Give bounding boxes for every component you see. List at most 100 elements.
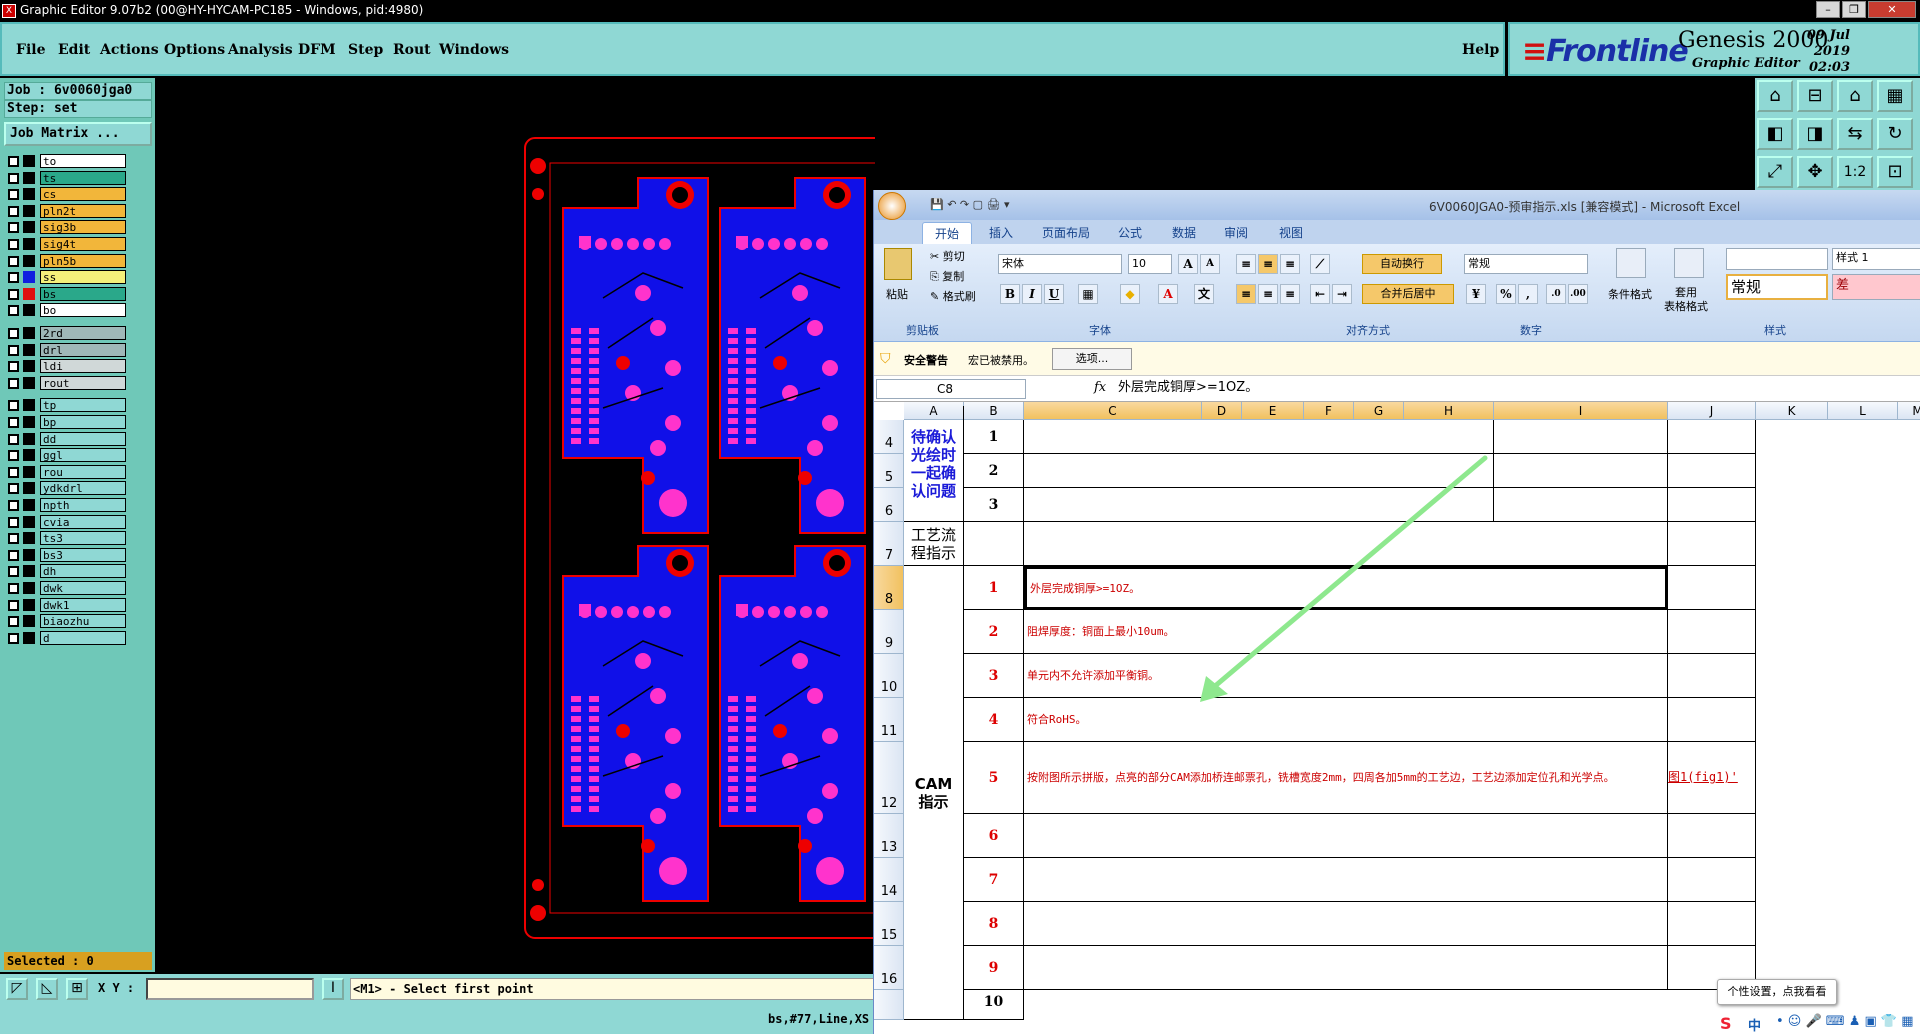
layer-color-swatch[interactable] (23, 304, 35, 317)
name-box[interactable]: C8 (876, 379, 1026, 399)
layer-color-swatch[interactable] (23, 155, 35, 167)
row-header[interactable]: 14 (874, 858, 904, 902)
conditional-format-label[interactable]: 条件格式 (1608, 286, 1652, 302)
cell-c[interactable] (1024, 902, 1668, 946)
column-header[interactable]: H (1404, 402, 1494, 420)
layer-color-swatch[interactable] (23, 343, 35, 356)
layer-row[interactable]: rou (6, 464, 126, 479)
layer-row[interactable]: bo (6, 303, 126, 318)
layer-color-swatch[interactable] (23, 532, 35, 545)
ime-toolbar[interactable]: S 中 • ☺ 🎤 ⌨ ♟ ▣ 👕 ▦ (1718, 1012, 1920, 1034)
window-icon[interactable]: ▦ (1877, 80, 1913, 112)
grid-tool-icon[interactable]: ⊞ (66, 978, 88, 1000)
layer-color-swatch[interactable] (23, 271, 35, 284)
cell-b[interactable]: 8 (964, 902, 1024, 946)
cell-b[interactable] (964, 522, 1024, 566)
layer-color-swatch[interactable] (23, 221, 35, 234)
cell-j[interactable] (1668, 420, 1756, 454)
layer-name[interactable]: npth (40, 498, 126, 512)
row-header[interactable]: 6 (874, 488, 904, 522)
column-header[interactable]: G (1354, 402, 1404, 420)
ime-tool-icons[interactable]: • ☺ 🎤 ⌨ ♟ ▣ 👕 ▦ (1776, 1014, 1914, 1029)
style-normal[interactable]: 常规 (1726, 274, 1828, 300)
graphic-canvas[interactable] (155, 78, 875, 974)
font-name-select[interactable]: 宋体 (998, 254, 1122, 274)
layer-row[interactable]: ss (6, 270, 126, 285)
layer-color-swatch[interactable] (23, 449, 35, 462)
format-table-icon[interactable] (1674, 248, 1704, 278)
layer-color-swatch[interactable] (23, 327, 35, 339)
layer-name[interactable]: pln5b (40, 253, 126, 268)
security-options-button[interactable]: 选项... (1052, 348, 1132, 370)
cell-c[interactable] (1024, 858, 1668, 902)
layer-row[interactable]: tp (6, 398, 126, 413)
cell-j[interactable] (1668, 454, 1756, 488)
cell-j[interactable] (1668, 488, 1756, 522)
style-1[interactable]: 样式 1 (1832, 248, 1920, 270)
cell-j[interactable] (1668, 698, 1756, 742)
increase-decimal-icon[interactable]: .0 (1546, 284, 1566, 304)
italic-icon[interactable]: I (1022, 284, 1042, 304)
layer-row[interactable]: d (6, 630, 126, 645)
column-header[interactable]: B (964, 402, 1024, 420)
font-color-icon[interactable]: A (1158, 284, 1178, 304)
minimize-button[interactable]: – (1816, 1, 1840, 18)
layer-row[interactable]: ldi (6, 359, 126, 374)
layer-checkbox[interactable] (8, 599, 19, 611)
column-header[interactable]: C (1024, 402, 1202, 420)
layer-checkbox[interactable] (8, 272, 19, 284)
cell-b[interactable]: 2 (964, 454, 1024, 488)
column-header[interactable]: D (1202, 402, 1242, 420)
tab-insert[interactable]: 插入 (989, 224, 1013, 241)
cell-j[interactable] (1668, 902, 1756, 946)
layer-row[interactable]: dwk1 (6, 597, 126, 612)
layer-checkbox[interactable] (8, 466, 19, 478)
layer-name[interactable]: dd (40, 431, 126, 446)
quick-access-icons[interactable]: 💾 ↶ ↷ ▢ 🖨 ▾ (930, 198, 1010, 211)
layer-row[interactable]: dwk (6, 581, 126, 595)
tab-data[interactable]: 数据 (1172, 224, 1196, 241)
row-header[interactable]: 12 (874, 742, 904, 814)
layer-name[interactable]: sig3b (40, 220, 126, 235)
align-bottom-icon[interactable]: ≡ (1280, 254, 1300, 274)
row-header[interactable]: 4 (874, 420, 904, 454)
layer-checkbox[interactable] (8, 305, 19, 317)
layer-row[interactable]: ts3 (6, 531, 126, 546)
layer-color-swatch[interactable] (23, 238, 35, 250)
layer-row[interactable]: cvia (6, 514, 126, 529)
cell-i[interactable] (1494, 454, 1668, 488)
layer-color-swatch[interactable] (23, 548, 35, 561)
layer-row[interactable]: 2rd (6, 326, 126, 340)
cell-i[interactable] (1494, 488, 1668, 522)
layer-checkbox[interactable] (8, 344, 19, 356)
pan-right-icon[interactable]: ◨ (1797, 118, 1833, 150)
xy-input[interactable] (146, 978, 314, 1000)
align-middle-icon[interactable]: ≡ (1258, 254, 1278, 274)
paste-icon[interactable] (884, 248, 912, 280)
layer-row[interactable]: pln2t (6, 203, 126, 218)
menu-windows[interactable]: Windows (439, 42, 509, 58)
tab-home[interactable]: 开始 (922, 222, 973, 244)
layer-checkbox[interactable] (8, 239, 19, 250)
layer-color-swatch[interactable] (23, 188, 35, 201)
bold-icon[interactable]: B (1000, 284, 1020, 304)
percent-icon[interactable]: % (1496, 284, 1516, 304)
tab-review[interactable]: 审阅 (1224, 224, 1248, 241)
column-header[interactable]: L (1828, 402, 1898, 420)
layer-color-swatch[interactable] (23, 631, 35, 644)
layer-color-swatch[interactable] (23, 565, 35, 578)
align-left-icon[interactable]: ≡ (1236, 284, 1256, 304)
layer-row[interactable]: cs (6, 187, 126, 202)
fx-icon[interactable]: fx (1094, 380, 1106, 395)
cell-b[interactable]: 9 (964, 946, 1024, 990)
merged-cell-process[interactable]: 工艺流程指示 (904, 522, 964, 566)
underline-icon[interactable]: U (1044, 284, 1064, 304)
formula-input[interactable]: 外层完成铜厚>=1OZ。 (1114, 379, 1914, 399)
layer-checkbox[interactable] (8, 288, 19, 300)
layer-name[interactable]: tp (40, 398, 126, 413)
cell-b[interactable]: 1 (964, 420, 1024, 454)
cell-j[interactable] (1668, 566, 1756, 610)
layer-row[interactable]: ydkdrl (6, 481, 126, 496)
row-header[interactable] (874, 990, 904, 1020)
layer-name[interactable]: ts (40, 170, 126, 185)
